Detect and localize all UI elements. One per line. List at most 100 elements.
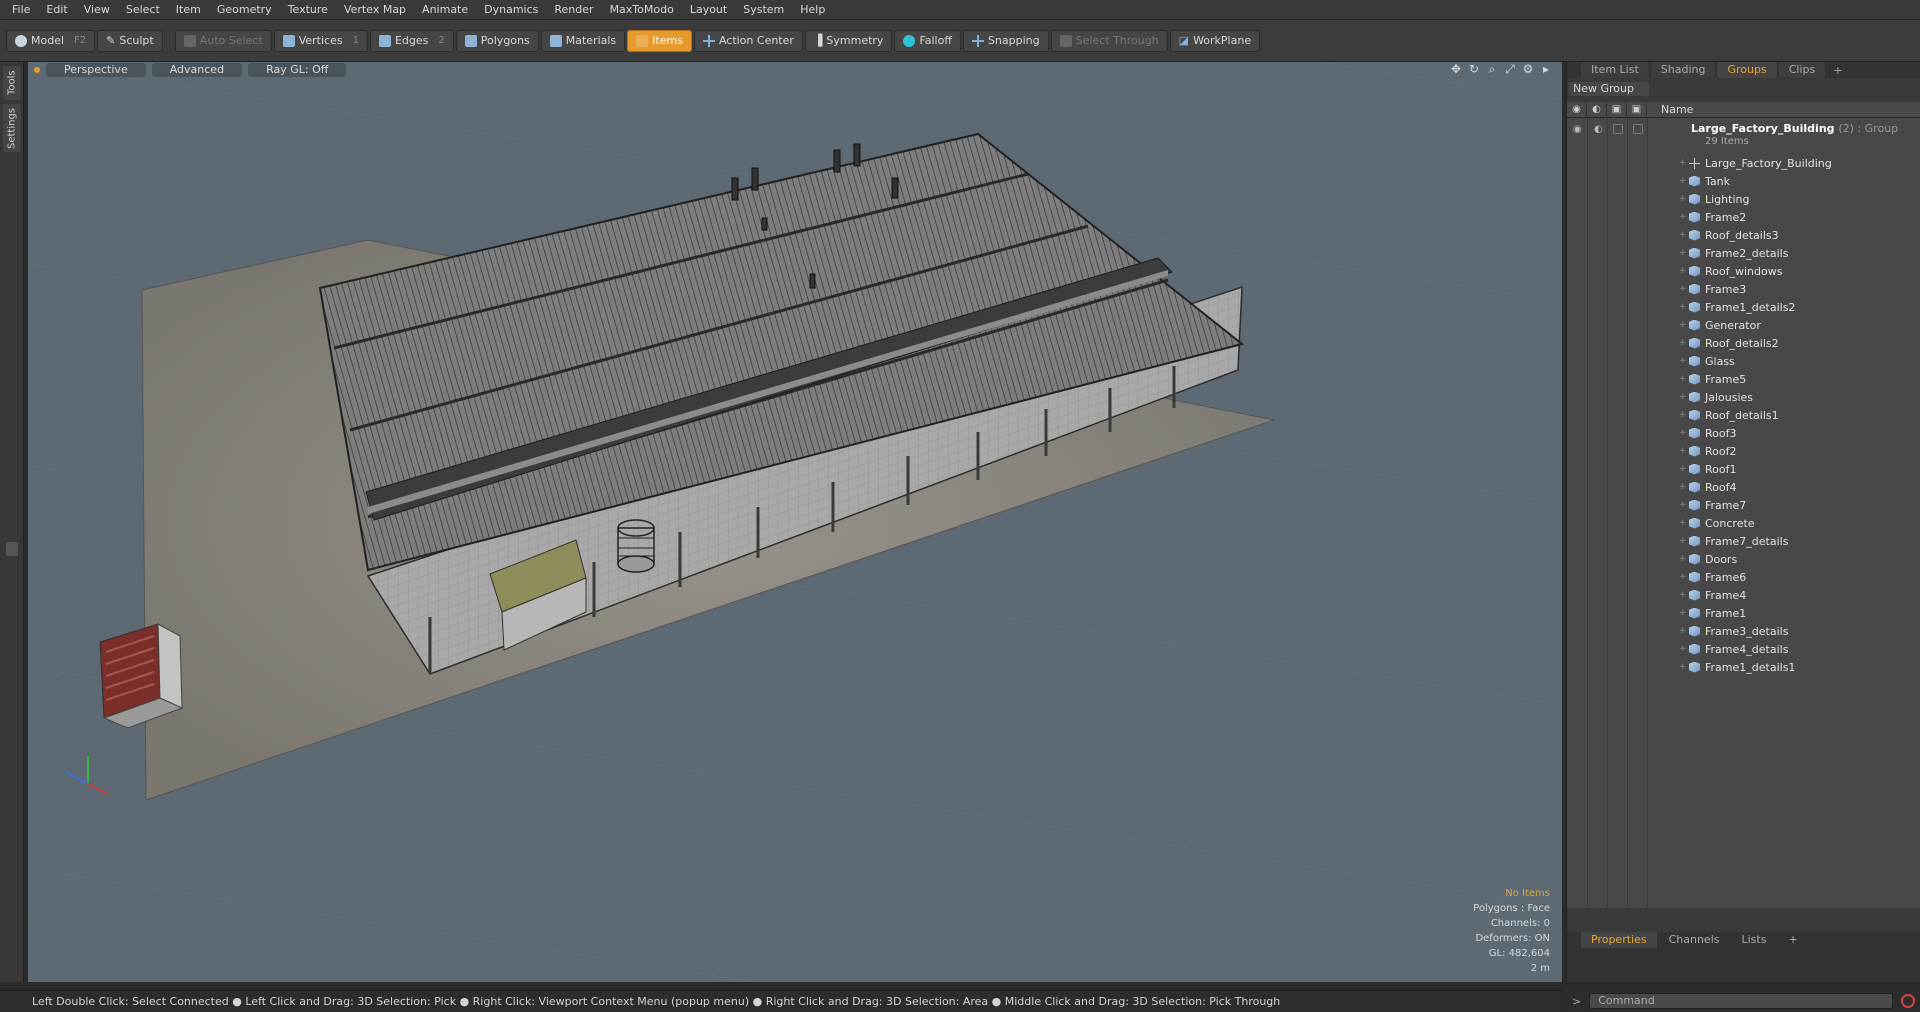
tab-settings[interactable]: Settings bbox=[3, 104, 21, 152]
expand-icon[interactable]: + bbox=[1679, 428, 1689, 438]
list-item[interactable]: + Frame1_details1 bbox=[1567, 658, 1920, 676]
menu-animate[interactable]: Animate bbox=[414, 0, 476, 20]
vertices-button[interactable]: Vertices 1 bbox=[273, 29, 368, 52]
materials-button[interactable]: Materials bbox=[540, 29, 626, 52]
expand-icon[interactable]: + bbox=[1679, 266, 1689, 276]
add-tab-icon[interactable]: + bbox=[1827, 64, 1848, 77]
sculpt-mode-button[interactable]: ✎ Sculpt bbox=[97, 29, 163, 52]
menu-texture[interactable]: Texture bbox=[280, 0, 336, 20]
polygons-button[interactable]: Polygons bbox=[455, 29, 539, 52]
expand-icon[interactable]: + bbox=[1679, 482, 1689, 492]
expand-icon[interactable]: + bbox=[1679, 284, 1689, 294]
list-item[interactable]: + Frame4 bbox=[1567, 586, 1920, 604]
list-item[interactable]: + Frame3_details bbox=[1567, 622, 1920, 640]
expand-icon[interactable]: + bbox=[1679, 554, 1689, 564]
list-item[interactable]: + Tank bbox=[1567, 172, 1920, 190]
tab-groups[interactable]: Groups bbox=[1717, 62, 1777, 78]
tab-channels[interactable]: Channels bbox=[1659, 932, 1730, 948]
menu-edit[interactable]: Edit bbox=[38, 0, 75, 20]
expand-icon[interactable]: + bbox=[1679, 356, 1689, 366]
expand-icon[interactable]: + bbox=[1679, 590, 1689, 600]
expand-icon[interactable]: + bbox=[1679, 302, 1689, 312]
expand-icon[interactable]: + bbox=[1679, 194, 1689, 204]
list-item[interactable]: + Frame7_details bbox=[1567, 532, 1920, 550]
list-item[interactable]: + Lighting bbox=[1567, 190, 1920, 208]
chevron-right-icon[interactable]: ▸ bbox=[1540, 63, 1552, 75]
select-column-icon[interactable]: ▣ bbox=[1627, 101, 1647, 118]
expand-icon[interactable]: + bbox=[1679, 158, 1689, 168]
action-center-button[interactable]: Action Center bbox=[693, 29, 803, 52]
expand-icon[interactable]: + bbox=[1679, 644, 1689, 654]
lock-column-icon[interactable]: ▣ bbox=[1607, 101, 1627, 118]
select-checkbox[interactable] bbox=[1633, 124, 1643, 134]
expand-icon[interactable]: + bbox=[1679, 212, 1689, 222]
zoom-icon[interactable]: ⌕ bbox=[1486, 63, 1498, 75]
expand-icon[interactable]: + bbox=[1679, 572, 1689, 582]
list-item[interactable]: + Frame1_details2 bbox=[1567, 298, 1920, 316]
tab-shading[interactable]: Shading bbox=[1650, 62, 1716, 78]
panel-collapse-handle[interactable] bbox=[6, 542, 18, 556]
new-group-button[interactable]: New Group bbox=[1569, 82, 1649, 96]
list-item[interactable]: + Frame3 bbox=[1567, 280, 1920, 298]
list-item[interactable]: + Roof_windows bbox=[1567, 262, 1920, 280]
expand-icon[interactable]: + bbox=[1679, 374, 1689, 384]
list-item[interactable]: + Roof_details2 bbox=[1567, 334, 1920, 352]
tab-tools[interactable]: Tools bbox=[3, 66, 21, 100]
list-item[interactable]: + Frame1 bbox=[1567, 604, 1920, 622]
symmetry-button[interactable]: ▐ Symmetry bbox=[804, 29, 893, 52]
select-through-button[interactable]: Select Through bbox=[1050, 29, 1168, 52]
menu-maxtomodo[interactable]: MaxToModo bbox=[602, 0, 682, 20]
expand-icon[interactable]: + bbox=[1679, 230, 1689, 240]
lock-checkbox[interactable] bbox=[1613, 124, 1623, 134]
list-item[interactable]: + Frame7 bbox=[1567, 496, 1920, 514]
expand-icon[interactable]: + bbox=[1679, 464, 1689, 474]
menu-item[interactable]: Item bbox=[168, 0, 209, 20]
list-item[interactable]: + Roof2 bbox=[1567, 442, 1920, 460]
expand-icon[interactable]: + bbox=[1679, 248, 1689, 258]
record-icon[interactable] bbox=[1901, 994, 1916, 1008]
menu-layout[interactable]: Layout bbox=[682, 0, 735, 20]
tab-properties[interactable]: Properties bbox=[1581, 932, 1657, 948]
menu-file[interactable]: File bbox=[4, 0, 38, 20]
expand-icon[interactable]: + bbox=[1679, 500, 1689, 510]
list-item[interactable]: + Concrete bbox=[1567, 514, 1920, 532]
menu-vertex-map[interactable]: Vertex Map bbox=[336, 0, 414, 20]
edges-button[interactable]: Edges 2 bbox=[369, 29, 454, 52]
3d-viewport[interactable]: Perspective Advanced Ray GL: Off ✥ ↻ ⌕ ⤢… bbox=[28, 62, 1562, 982]
expand-icon[interactable]: + bbox=[1679, 518, 1689, 528]
pan-icon[interactable]: ✥ bbox=[1450, 63, 1462, 75]
list-item[interactable]: + Frame5 bbox=[1567, 370, 1920, 388]
expand-icon[interactable]: + bbox=[1679, 662, 1689, 672]
menu-system[interactable]: System bbox=[735, 0, 792, 20]
rotate-icon[interactable]: ↻ bbox=[1468, 63, 1480, 75]
list-item[interactable]: + Frame6 bbox=[1567, 568, 1920, 586]
maximize-icon[interactable]: ⤢ bbox=[1504, 63, 1516, 75]
expand-icon[interactable]: + bbox=[1679, 626, 1689, 636]
menu-view[interactable]: View bbox=[76, 0, 118, 20]
workplane-button[interactable]: ◪ WorkPlane bbox=[1169, 29, 1261, 52]
viewport-menu-dot[interactable] bbox=[34, 67, 40, 73]
menu-dynamics[interactable]: Dynamics bbox=[476, 0, 546, 20]
list-item[interactable]: + Generator bbox=[1567, 316, 1920, 334]
menu-help[interactable]: Help bbox=[792, 0, 833, 20]
eye-icon[interactable]: ◉ bbox=[1573, 124, 1582, 135]
expand-icon[interactable]: + bbox=[1679, 608, 1689, 618]
view-mode-dropdown[interactable]: Perspective bbox=[46, 63, 146, 77]
shading-dropdown[interactable]: Advanced bbox=[151, 63, 243, 77]
group-row[interactable]: ◉ ◐ Large_Factory_Building (2) : Group 2… bbox=[1567, 120, 1920, 150]
list-item[interactable]: + Roof1 bbox=[1567, 460, 1920, 478]
expand-icon[interactable]: + bbox=[1679, 392, 1689, 402]
model-mode-button[interactable]: Model F2 bbox=[6, 29, 96, 52]
expand-icon[interactable]: + bbox=[1679, 536, 1689, 546]
add-tab-icon[interactable]: + bbox=[1778, 932, 1807, 948]
render-icon[interactable]: ◐ bbox=[1594, 124, 1603, 135]
command-input[interactable]: Command bbox=[1589, 993, 1894, 1009]
falloff-button[interactable]: Falloff bbox=[894, 29, 961, 52]
tab-clips[interactable]: Clips bbox=[1778, 62, 1826, 78]
gear-icon[interactable]: ⚙ bbox=[1522, 63, 1534, 75]
tab-lists[interactable]: Lists bbox=[1732, 932, 1777, 948]
list-item[interactable]: + Large_Factory_Building bbox=[1567, 154, 1920, 172]
menu-select[interactable]: Select bbox=[118, 0, 168, 20]
expand-icon[interactable]: + bbox=[1679, 410, 1689, 420]
expand-icon[interactable]: + bbox=[1679, 446, 1689, 456]
